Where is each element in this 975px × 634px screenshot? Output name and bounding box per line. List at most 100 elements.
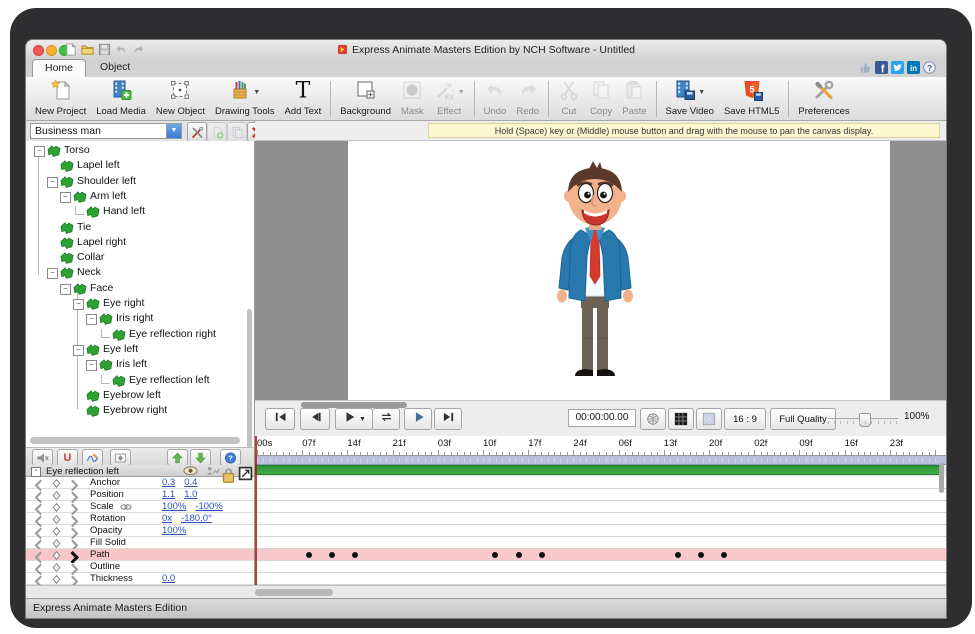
next-keyframe-button[interactable] [70, 503, 79, 512]
go-to-start-button[interactable] [265, 408, 295, 430]
toolbar-mask-button[interactable]: Mask [396, 78, 429, 120]
next-keyframe-button[interactable] [70, 479, 79, 488]
property-row-fill-solid[interactable]: Fill Solid [26, 537, 254, 549]
toolbar-effect-button[interactable]: FX▼Effect [429, 78, 470, 120]
toolbar-load-media-button[interactable]: Load Media [91, 78, 151, 120]
property-row-anchor[interactable]: Anchor0.30.4 [26, 477, 254, 489]
property-value-link[interactable]: 100% [162, 525, 186, 536]
tree-item-iris-right[interactable]: −Iris right [26, 311, 254, 326]
loop-button[interactable] [372, 408, 400, 430]
timeline-vscrollbar-thumb[interactable] [939, 463, 944, 493]
property-value-link[interactable]: 0.0 [162, 573, 175, 584]
property-row-outline[interactable]: Outline [26, 561, 254, 573]
tree-item-tie[interactable]: Tie [26, 220, 254, 235]
property-value-link[interactable]: -180.0° [181, 513, 212, 524]
chevron-down-icon[interactable]: ▼ [253, 89, 260, 96]
chevron-down-icon[interactable]: ▼ [166, 124, 181, 138]
toolbar-new-project-button[interactable]: New Project [30, 78, 91, 120]
tree-item-iris-left[interactable]: −Iris left [26, 357, 254, 372]
toolbar-save-video-button[interactable]: ▼Save Video [661, 78, 719, 120]
tree-item-face[interactable]: −Face [26, 281, 254, 296]
visibility-icon[interactable] [183, 466, 198, 476]
zoom-slider[interactable] [828, 413, 898, 425]
property-value-link[interactable]: 100% [162, 501, 186, 512]
toolbar-background-button[interactable]: Background [335, 78, 396, 120]
help-button[interactable]: ? [220, 449, 241, 466]
layer-header-row[interactable]: -Eye reflection left [26, 465, 254, 477]
uniform-u-button[interactable]: U [57, 449, 78, 466]
add-keyframe-diamond[interactable] [52, 539, 61, 548]
move-up-button[interactable] [167, 449, 188, 466]
next-keyframe-button[interactable] [70, 527, 79, 536]
prev-keyframe-button[interactable] [34, 527, 43, 536]
quality-select[interactable]: Full Quality [770, 408, 836, 430]
tree-item-eyebrow-left[interactable]: Eyebrow left [26, 388, 254, 403]
motion-blur-icon[interactable] [238, 466, 253, 476]
tree-expand-toggle[interactable]: − [73, 345, 84, 356]
tree-item-eye-left[interactable]: −Eye left [26, 342, 254, 357]
edit-tools-button[interactable] [187, 122, 207, 142]
play-button[interactable]: ▼ [335, 408, 373, 430]
track-opacity[interactable] [255, 525, 946, 537]
add-keyframe-diamond[interactable] [52, 527, 61, 536]
playhead[interactable] [255, 436, 257, 585]
tree-expand-toggle[interactable]: − [34, 146, 45, 157]
grid-toggle-button[interactable] [668, 408, 694, 430]
prev-keyframe-button[interactable] [34, 503, 43, 512]
tree-expand-toggle[interactable]: − [86, 360, 97, 371]
current-time-field[interactable]: 00:00:00.00 [568, 409, 636, 427]
tree-expand-toggle[interactable]: − [60, 192, 71, 203]
bottom-scrollbar-thumb[interactable] [255, 589, 333, 596]
next-keyframe-button[interactable] [70, 539, 79, 548]
track-thickness[interactable] [255, 573, 946, 585]
toolbar-redo-button[interactable]: Redo [511, 78, 544, 120]
next-keyframe-button[interactable] [70, 515, 79, 524]
tree-hscrollbar-thumb[interactable] [30, 437, 240, 444]
tree-item-eye-reflection-right[interactable]: Eye reflection right [26, 327, 254, 342]
keyframe-dot[interactable] [675, 552, 681, 558]
property-value-link[interactable]: -100% [195, 501, 222, 512]
track-position[interactable] [255, 489, 946, 501]
mute-audio-button[interactable] [32, 449, 53, 466]
property-value-link[interactable]: 1.1 [162, 489, 175, 500]
tree-item-torso[interactable]: −Torso [26, 143, 254, 158]
next-keyframe-button[interactable] [70, 575, 79, 584]
property-value-link[interactable]: 0.3 [162, 477, 175, 488]
property-value-link[interactable]: 0.4 [184, 477, 197, 488]
object-selector-dropdown[interactable]: Business man ▼ [30, 123, 182, 139]
toolbar-new-object-button[interactable]: New Object [151, 78, 210, 120]
timeline-work-area[interactable] [255, 456, 946, 465]
layer-duration-bar[interactable] [255, 465, 941, 475]
layer-collapse-toggle[interactable]: - [31, 467, 41, 477]
tree-expand-toggle[interactable]: − [60, 284, 71, 295]
tree-item-eyebrow-right[interactable]: Eyebrow right [26, 403, 254, 418]
frame-view-button[interactable] [696, 408, 722, 430]
help-icon[interactable]: ? [923, 61, 936, 74]
toolbar-cut-button[interactable]: Cut [553, 78, 585, 120]
aspect-ratio-button[interactable]: 16 : 9 [724, 408, 766, 430]
toolbar-paste-button[interactable]: Paste [617, 78, 651, 120]
tree-item-lapel-left[interactable]: Lapel left [26, 158, 254, 173]
keyframe-dot[interactable] [329, 552, 335, 558]
tab-object[interactable]: Object [88, 59, 142, 76]
track-scale[interactable] [255, 501, 946, 513]
twitter-icon[interactable] [891, 61, 904, 74]
add-keyframe-diamond[interactable] [52, 503, 61, 512]
add-keyframe-diamond[interactable] [52, 575, 61, 584]
keyframe-dot[interactable] [698, 552, 704, 558]
tab-home[interactable]: Home [32, 59, 86, 78]
prev-keyframe-button[interactable] [34, 539, 43, 548]
track-rotation[interactable] [255, 513, 946, 525]
keyframe-dot[interactable] [492, 552, 498, 558]
tree-vscrollbar-thumb[interactable] [247, 309, 252, 447]
keyframe-dot[interactable] [516, 552, 522, 558]
prev-keyframe-button[interactable] [34, 575, 43, 584]
toolbar-preferences-button[interactable]: Preferences [793, 78, 854, 120]
tree-expand-toggle[interactable]: − [86, 314, 97, 325]
next-keyframe-button[interactable] [70, 551, 79, 560]
add-keyframe-diamond[interactable] [52, 479, 61, 488]
property-row-scale[interactable]: Scale100%-100% [26, 501, 254, 513]
chevron-down-icon[interactable]: ▼ [458, 89, 465, 96]
chevron-down-icon[interactable]: ▼ [359, 416, 366, 423]
track-outline[interactable] [255, 561, 946, 573]
